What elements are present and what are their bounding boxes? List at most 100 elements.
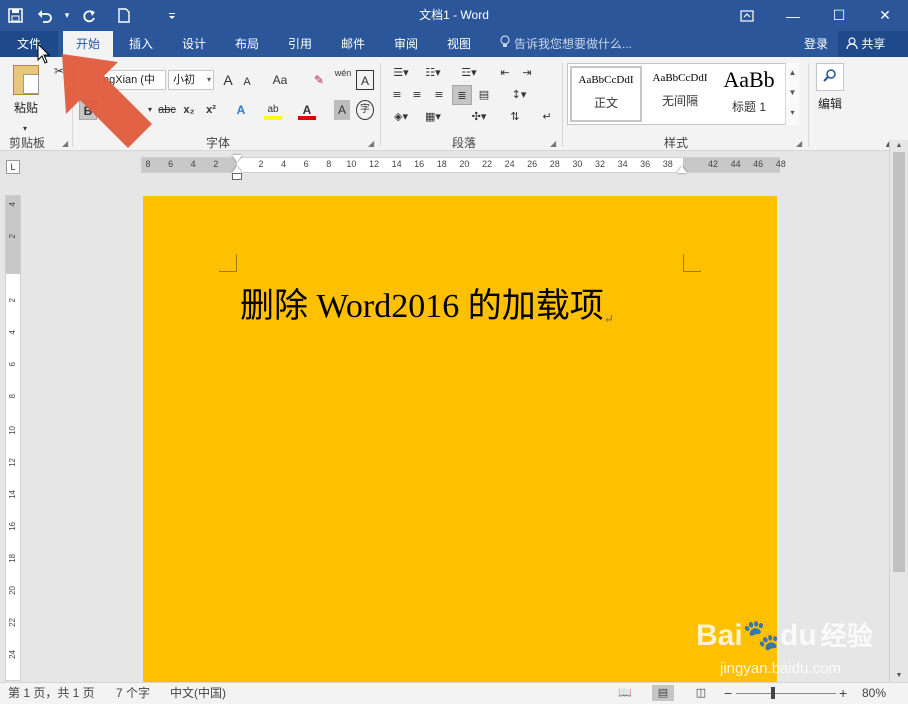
group-separator — [72, 63, 73, 147]
signin-link[interactable]: 登录 — [804, 31, 828, 57]
chevron-up-icon[interactable]: ▲ — [786, 63, 799, 83]
justify-icon[interactable]: ≣ — [452, 85, 472, 105]
numbering-icon[interactable]: ☷▾ — [420, 63, 446, 83]
scrollbar-thumb[interactable] — [893, 152, 905, 572]
line-spacing-icon[interactable]: ↕▾ — [506, 85, 532, 105]
sort-icon[interactable]: ⇅ — [506, 107, 524, 127]
zoom-slider-thumb[interactable] — [771, 687, 775, 699]
scroll-up-icon[interactable]: ▲ — [890, 140, 908, 152]
style-heading-1[interactable]: AaBb 标题 1 — [716, 66, 782, 122]
maximize-button[interactable]: ☐ — [816, 0, 862, 31]
chevron-down-icon[interactable]: ▼ — [786, 83, 799, 103]
ruler-number: 12 — [8, 458, 17, 467]
show-marks-icon[interactable]: ↵ — [538, 107, 556, 127]
tab-layout[interactable]: 布局 — [224, 31, 270, 57]
styles-launcher-icon[interactable]: ◢ — [796, 139, 802, 148]
document-page[interactable]: 删除 Word2016 的加载项↵ — [143, 196, 777, 686]
underline-dropdown-icon[interactable]: ▾ — [145, 100, 155, 120]
style-normal[interactable]: AaBbCcDdI 正文 — [570, 66, 642, 122]
borders-icon[interactable]: ▦▾ — [420, 107, 446, 127]
tab-selector[interactable]: L — [6, 160, 20, 174]
vertical-scrollbar[interactable]: ▲ ▼ — [889, 140, 908, 682]
tab-review[interactable]: 审阅 — [383, 31, 429, 57]
editing-button[interactable]: 编辑 — [814, 63, 846, 125]
decrease-indent-icon[interactable]: ⇤ — [496, 63, 514, 83]
share-button[interactable]: 共享 — [838, 31, 908, 57]
undo-dropdown-icon[interactable]: ▾ — [60, 0, 74, 31]
subscript-button[interactable]: x₂ — [180, 100, 198, 120]
tab-mailings[interactable]: 邮件 — [330, 31, 376, 57]
clipboard-launcher-icon[interactable]: ◢ — [62, 139, 68, 148]
zoom-slider[interactable] — [736, 693, 836, 694]
scroll-down-icon[interactable]: ▼ — [890, 670, 908, 682]
font-launcher-icon[interactable]: ◢ — [368, 139, 374, 148]
hanging-indent-marker[interactable] — [232, 166, 242, 173]
phonetic-guide-button[interactable]: wén — [333, 68, 353, 88]
text-effects-button[interactable]: A — [232, 100, 250, 120]
increase-indent-icon[interactable]: ⇥ — [518, 63, 536, 83]
redo-icon[interactable] — [74, 0, 104, 31]
document-heading[interactable]: 删除 Word2016 的加载项↵ — [240, 278, 614, 327]
tab-references[interactable]: 引用 — [277, 31, 323, 57]
new-doc-icon[interactable] — [104, 0, 144, 31]
zoom-level[interactable]: 80% — [862, 683, 886, 703]
shrink-font-button[interactable]: A — [240, 72, 254, 92]
web-layout-icon[interactable]: ◫ — [690, 685, 712, 701]
left-indent-marker[interactable] — [232, 173, 242, 180]
tell-me-box[interactable]: 告诉我您想要做什么... — [500, 31, 632, 57]
bold-button[interactable]: B — [79, 100, 97, 120]
vertical-ruler[interactable]: 4 2 2 4 6 8 10 12 14 16 18 20 22 24 — [5, 195, 21, 681]
multilevel-list-icon[interactable]: ☲▾ — [454, 63, 484, 83]
read-mode-icon[interactable]: 📖 — [614, 685, 636, 701]
ruler-number: 20 — [8, 586, 17, 595]
more-icon[interactable]: ▾ — [786, 103, 799, 123]
align-center-icon[interactable]: ≡ — [408, 85, 426, 105]
highlight-icon[interactable]: ab — [264, 100, 282, 120]
save-icon[interactable] — [0, 0, 30, 31]
style-no-spacing[interactable]: AaBbCcDdI 无间隔 — [644, 66, 716, 122]
font-size-combo[interactable]: 小初 ▾ — [168, 70, 214, 90]
font-color-button[interactable]: A — [298, 100, 316, 120]
word-count[interactable]: 7 个字 — [116, 683, 150, 703]
shading-icon[interactable]: ◈▾ — [388, 107, 414, 127]
minimize-button[interactable]: — — [770, 0, 816, 31]
char-shading-button[interactable]: A — [334, 100, 350, 120]
zoom-in-button[interactable]: + — [839, 683, 847, 703]
tab-view[interactable]: 视图 — [436, 31, 482, 57]
bullets-icon[interactable]: ☰▾ — [388, 63, 414, 83]
distributed-icon[interactable]: ▤ — [475, 85, 493, 105]
close-button[interactable]: ✕ — [862, 0, 908, 31]
first-line-indent-marker[interactable] — [232, 155, 242, 162]
clear-format-icon[interactable]: ✎ — [310, 70, 328, 90]
baidu-logo-suffix: du — [780, 619, 817, 652]
ruler-number: 2 — [258, 159, 264, 169]
undo-icon[interactable] — [30, 0, 60, 31]
tab-home[interactable]: 开始 — [63, 31, 113, 57]
print-layout-icon[interactable]: ▤ — [652, 685, 674, 701]
customize-qat-icon[interactable] — [144, 0, 200, 31]
tab-design[interactable]: 设计 — [171, 31, 217, 57]
align-left-icon[interactable]: ≡ — [388, 85, 406, 105]
align-right-icon[interactable]: ≡ — [430, 85, 448, 105]
cut-icon[interactable]: ✂ — [50, 61, 68, 81]
font-name-combo[interactable]: ngXian (中 — [98, 70, 166, 90]
ruler-number: 24 — [504, 159, 515, 169]
page-count[interactable]: 第 1 页，共 1 页 — [8, 683, 95, 703]
chinese-layout-icon[interactable]: ✣▾ — [464, 107, 494, 127]
tab-file[interactable]: 文件 — [0, 31, 58, 57]
tab-insert[interactable]: 插入 — [118, 31, 164, 57]
enclose-char-button[interactable]: 字 — [356, 100, 374, 120]
language-indicator[interactable]: 中文(中国) — [170, 683, 226, 703]
right-indent-marker[interactable] — [677, 166, 687, 173]
styles-scroll[interactable]: ▲ ▼ ▾ — [785, 63, 799, 125]
paragraph-launcher-icon[interactable]: ◢ — [550, 139, 556, 148]
superscript-button[interactable]: x² — [202, 100, 220, 120]
strikethrough-button[interactable]: abc — [157, 100, 177, 120]
ribbon-display-options-icon[interactable] — [724, 0, 770, 31]
paste-button[interactable]: 粘贴 — [8, 63, 44, 125]
char-border-button[interactable]: A — [356, 70, 374, 90]
lightbulb-icon — [500, 31, 510, 57]
change-case-button[interactable]: Aa — [268, 70, 292, 90]
zoom-out-button[interactable]: − — [724, 683, 732, 703]
grow-font-button[interactable]: A — [220, 70, 236, 90]
